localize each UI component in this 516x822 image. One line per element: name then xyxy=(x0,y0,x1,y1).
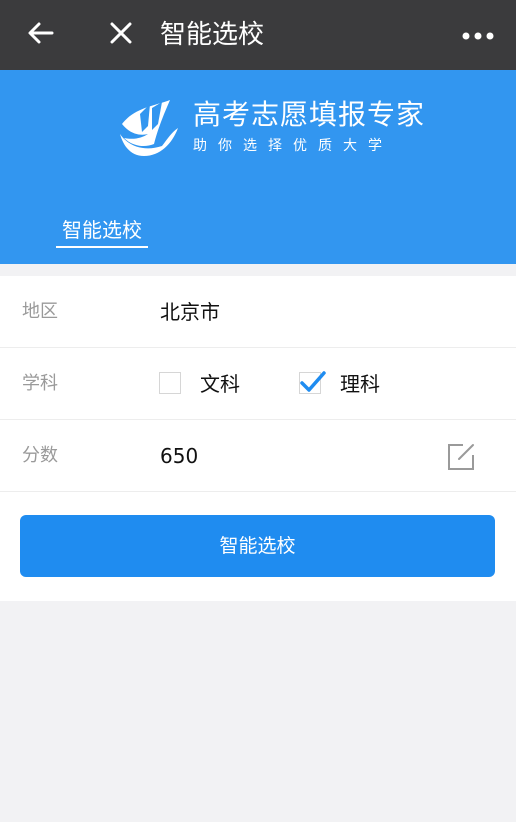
selection-form: 地区 北京市 学科 文科 理科 分数 650 智能选校 xyxy=(0,276,516,601)
subject-label: 学科 xyxy=(22,373,58,394)
smart-select-button[interactable]: 智能选校 xyxy=(20,515,495,577)
brand-header: 高考志愿填报专家 助你选择优质大学 智能选校 xyxy=(0,70,516,264)
brand-title: 高考志愿填报专家 xyxy=(193,98,426,131)
edit-icon[interactable] xyxy=(446,442,476,472)
close-icon xyxy=(108,20,134,50)
tab-smart-school-selection[interactable]: 智能选校 xyxy=(56,216,148,248)
top-navigation-bar: 智能选校 xyxy=(0,0,516,70)
region-value[interactable]: 北京市 xyxy=(160,276,220,348)
region-row[interactable]: 地区 北京市 xyxy=(0,276,516,348)
book-logo-icon xyxy=(114,94,184,164)
back-button[interactable] xyxy=(24,18,58,52)
more-dots-icon xyxy=(461,26,495,45)
region-label: 地区 xyxy=(22,301,58,322)
score-value[interactable]: 650 xyxy=(160,420,198,492)
subject-row: 学科 文科 理科 xyxy=(0,348,516,420)
liberal-arts-checkbox[interactable] xyxy=(159,372,181,394)
brand-subtitle: 助你选择优质大学 xyxy=(193,138,393,154)
science-checkbox[interactable] xyxy=(299,371,326,394)
close-button[interactable] xyxy=(104,18,138,52)
liberal-arts-label[interactable]: 文科 xyxy=(200,348,240,420)
science-label[interactable]: 理科 xyxy=(340,348,380,420)
score-label: 分数 xyxy=(22,445,58,466)
score-row: 分数 650 xyxy=(0,420,516,492)
more-menu-button[interactable] xyxy=(458,18,498,52)
page-title: 智能选校 xyxy=(160,20,265,50)
arrow-left-icon xyxy=(26,18,56,52)
